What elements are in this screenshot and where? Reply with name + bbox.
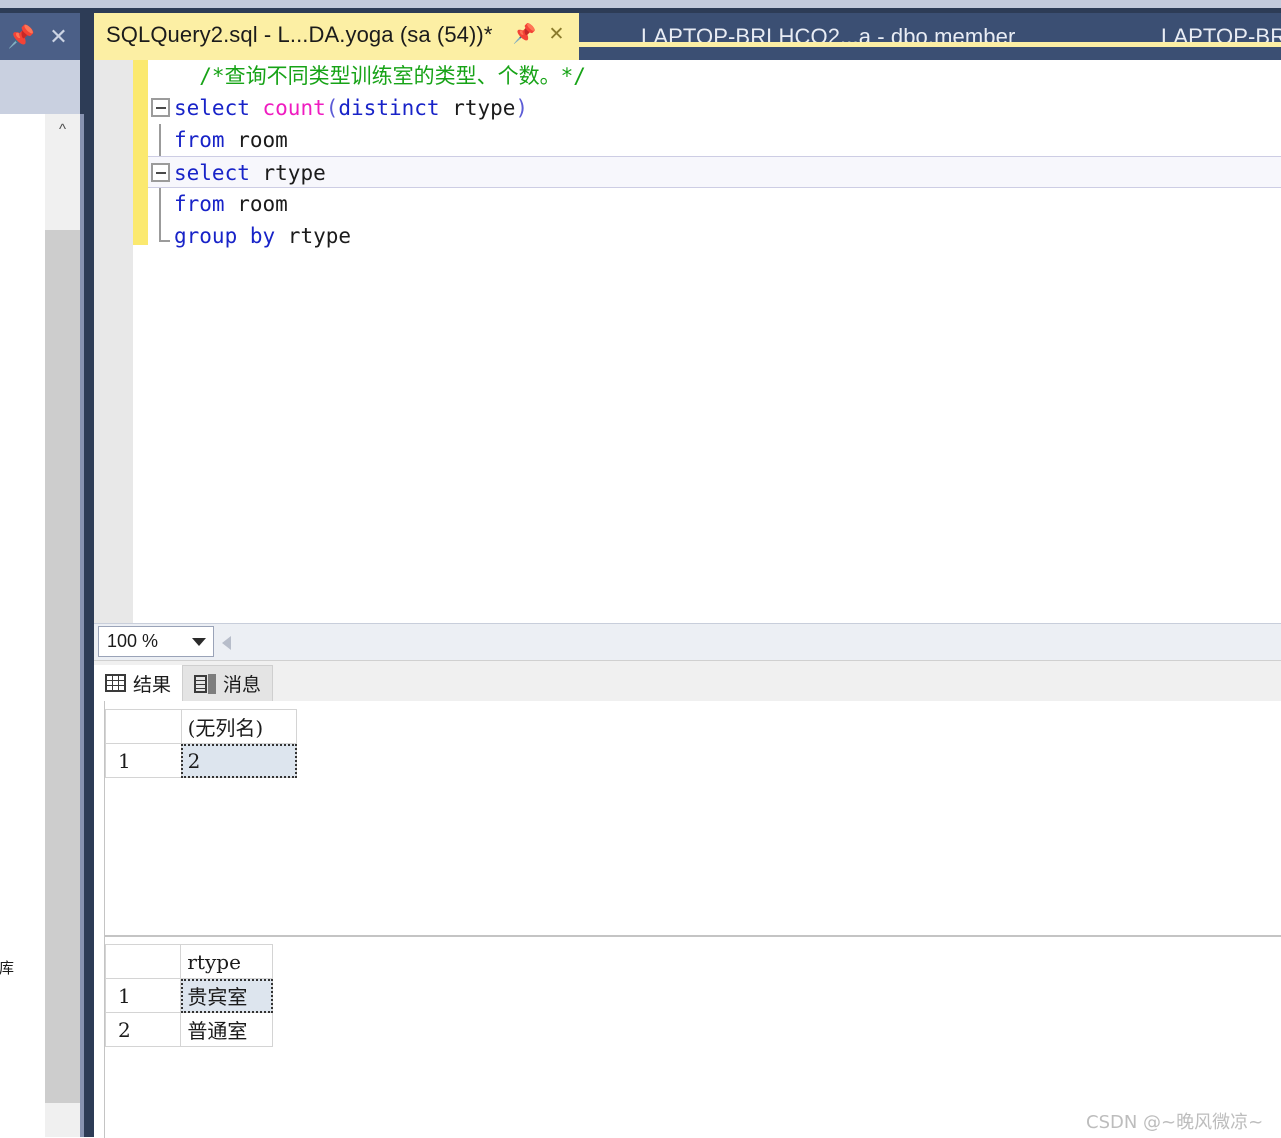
tab-laptop-br[interactable]: LAPTOP-BR	[1143, 13, 1281, 60]
left-panel-header: 📌 ✕	[0, 13, 82, 60]
pin-icon[interactable]: 📌	[8, 25, 35, 49]
code-token: room	[237, 128, 288, 152]
scrollbar-thumb[interactable]	[45, 230, 80, 1103]
tab-results[interactable]: 结果	[94, 665, 183, 701]
code-token: rtype	[452, 96, 516, 120]
scroll-up-icon[interactable]: ^	[45, 114, 80, 144]
code-line-1[interactable]: /*查询不同类型训练室的类型、个数。*/	[148, 60, 1281, 92]
result-grid-1[interactable]: (无列名) 1 2	[105, 709, 298, 778]
code-line-2[interactable]: select count(distinct rtype)	[148, 92, 1281, 124]
row-header-corner[interactable]	[104, 944, 182, 979]
code-token: select	[174, 96, 263, 120]
column-header[interactable]: (无列名)	[180, 709, 298, 744]
table-row[interactable]: 2 普通室	[104, 1012, 273, 1047]
panel-divider-highlight	[80, 114, 84, 1137]
editor-zoom-bar: 100 %	[94, 623, 1281, 660]
code-token: from	[174, 128, 238, 152]
left-panel-toolbar-strip	[0, 60, 80, 114]
code-line-4[interactable]: select rtype	[148, 156, 1281, 188]
window-top-strip	[0, 0, 1281, 8]
editor-change-bar	[133, 60, 148, 245]
close-icon[interactable]: ✕	[47, 25, 71, 49]
outlining-collapse-icon[interactable]	[151, 98, 170, 117]
table-cell[interactable]: 普通室	[180, 1012, 273, 1047]
column-header[interactable]: rtype	[180, 944, 273, 979]
row-number[interactable]: 1	[105, 743, 182, 778]
code-token: group by	[174, 224, 288, 248]
code-token: (	[325, 96, 339, 120]
code-token: room	[237, 192, 288, 216]
document-tabstrip: SQLQuery2.sql - L...DA.yoga (sa (54))* 📌…	[94, 13, 1281, 60]
table-cell[interactable]: 2	[180, 743, 298, 778]
table-row[interactable]: 1 贵宾室	[104, 978, 273, 1013]
table-header-row: (无列名)	[105, 709, 298, 744]
tab-sqlquery2-label: SQLQuery2.sql - L...DA.yoga (sa (54))*	[106, 21, 493, 47]
ssms-window: 📌 ✕ 库 ^ SQLQuery2.sql - L...DA.yoga (sa …	[0, 0, 1281, 1138]
code-token: /*查询不同类型训练室的类型、个数。*/	[174, 64, 586, 88]
zoom-level-value: 100 %	[107, 631, 159, 651]
table-header-row: rtype	[104, 944, 273, 979]
result-grid-splitter[interactable]	[105, 935, 1281, 937]
chevron-down-icon	[192, 637, 206, 646]
grid-icon	[105, 674, 126, 692]
editor-indicator-margin[interactable]	[94, 60, 133, 623]
code-token: count	[262, 96, 326, 120]
message-icon	[194, 673, 217, 694]
code-token: select	[174, 161, 263, 185]
row-number[interactable]: 2	[104, 1012, 182, 1047]
tab-dbo-member[interactable]: LAPTOP-BRLHCO2...a - dbo.member	[623, 13, 1034, 60]
sql-editor[interactable]: /*查询不同类型训练室的类型、个数。*/ select count(distinc…	[94, 60, 1281, 623]
results-tabstrip: 结果 消息	[94, 661, 1281, 701]
table-cell[interactable]: 贵宾室	[180, 978, 273, 1013]
object-explorer-vertical-label: 库	[0, 960, 15, 975]
code-line-3[interactable]: from room	[148, 124, 1281, 156]
zoom-level-select[interactable]: 100 %	[98, 626, 214, 657]
outlining-guide-line	[159, 188, 161, 220]
tab-messages-label: 消息	[223, 674, 262, 696]
triangle-left-icon[interactable]	[222, 636, 231, 650]
code-token: distinct	[338, 96, 453, 120]
row-number[interactable]: 1	[104, 978, 182, 1013]
row-header-corner[interactable]	[105, 709, 182, 744]
editor-text-area[interactable]: /*查询不同类型训练室的类型、个数。*/ select count(distinc…	[148, 60, 1281, 623]
code-token: from	[174, 192, 238, 216]
tab-sqlquery2[interactable]: SQLQuery2.sql - L...DA.yoga (sa (54))* 📌…	[94, 13, 579, 60]
outlining-guide-end	[159, 220, 170, 242]
tabstrip-underline	[529, 42, 1281, 47]
code-line-6[interactable]: group by rtype	[148, 220, 1281, 252]
code-token: rtype	[262, 161, 326, 185]
results-pane: 结果 消息 (无列名) 1 2 rtype 1 贵宾室 2 普通室	[94, 660, 1281, 1138]
result-grid-2[interactable]: rtype 1 贵宾室 2 普通室	[104, 944, 273, 1047]
tab-results-label: 结果	[133, 673, 172, 696]
tab-messages[interactable]: 消息	[182, 665, 274, 701]
table-row[interactable]: 12	[105, 743, 298, 778]
outlining-guide-line	[159, 124, 161, 156]
csdn-watermark: CSDN @~晚风微凉~	[1086, 1112, 1264, 1133]
code-token: rtype	[287, 224, 352, 248]
code-line-5[interactable]: from room	[148, 188, 1281, 220]
code-token: )	[515, 96, 529, 120]
outlining-collapse-icon[interactable]	[151, 163, 170, 182]
